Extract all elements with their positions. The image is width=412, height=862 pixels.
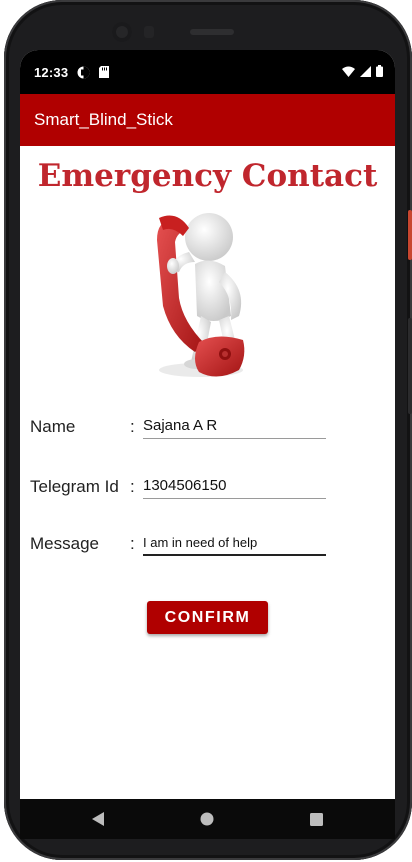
name-label: Name [30, 417, 76, 436]
message-colon: : [130, 534, 135, 553]
power-button [408, 210, 412, 260]
name-input[interactable] [143, 415, 326, 439]
back-icon[interactable] [88, 809, 108, 829]
earpiece [190, 29, 234, 35]
media-icon [77, 66, 90, 79]
screen: 12:33 Smart_Blind_Stick Emergency Contac… [20, 50, 395, 799]
navigation-bar [20, 799, 395, 839]
home-icon[interactable] [197, 809, 217, 829]
telegram-id-colon: : [130, 477, 135, 496]
app-bar: Smart_Blind_Stick [20, 94, 395, 146]
telegram-id-label: Telegram Id [30, 477, 119, 496]
status-time: 12:33 [34, 64, 69, 80]
recents-icon[interactable] [306, 809, 326, 829]
page-title: Emergency Contact [37, 158, 378, 194]
telegram-id-input[interactable] [143, 475, 326, 499]
message-label: Message [30, 534, 99, 553]
wifi-icon [342, 65, 355, 80]
front-camera [112, 22, 132, 42]
message-input[interactable] [143, 532, 326, 556]
volume-button [408, 318, 412, 414]
sensor [144, 26, 154, 38]
confirm-button[interactable]: CONFIRM [147, 601, 268, 634]
signal-icon [360, 65, 371, 80]
status-bar: 12:33 [20, 50, 395, 94]
battery-icon [376, 64, 383, 80]
emergency-phone-illustration [143, 212, 263, 384]
name-colon: : [130, 417, 135, 436]
sd-card-icon [99, 66, 110, 78]
app-title: Smart_Blind_Stick [34, 110, 173, 129]
